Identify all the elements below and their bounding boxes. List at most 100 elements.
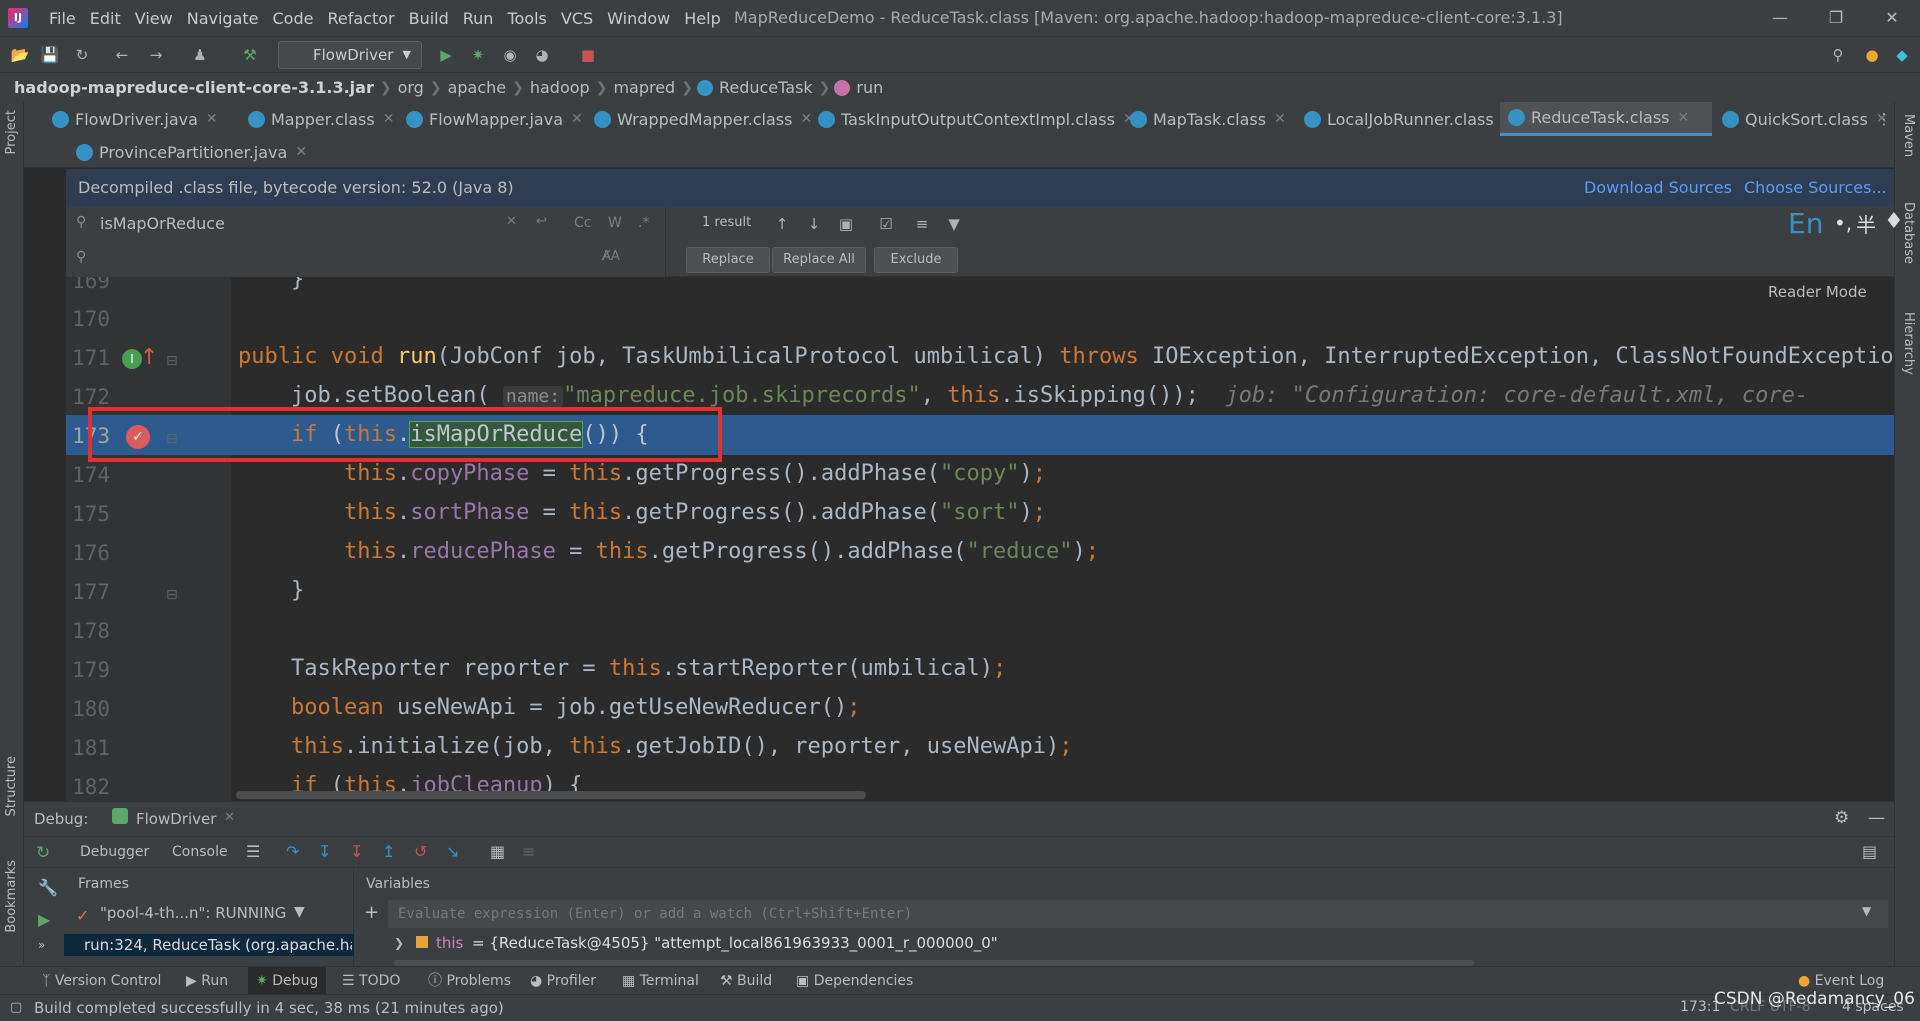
debug-session-tab[interactable]: FlowDriver bbox=[136, 810, 216, 828]
breadcrumb-class[interactable]: ReduceTask bbox=[713, 78, 819, 97]
close-session-icon[interactable]: ✕ bbox=[224, 810, 235, 825]
breadcrumb-mapred[interactable]: mapred bbox=[607, 78, 681, 97]
profile-icon[interactable]: ◕ bbox=[532, 45, 552, 65]
step-out-icon[interactable]: ↥ bbox=[382, 842, 395, 861]
regex-icon[interactable]: .* bbox=[638, 215, 649, 231]
override-marker-icon[interactable]: I bbox=[122, 349, 142, 369]
horizontal-scrollbar[interactable] bbox=[236, 791, 866, 799]
menu-code[interactable]: Code bbox=[266, 9, 321, 28]
problems-tab[interactable]: ⓘ Problems bbox=[428, 967, 511, 995]
exclude-button[interactable]: Exclude bbox=[874, 247, 958, 273]
menu-refactor[interactable]: Refactor bbox=[320, 9, 401, 28]
fold-icon[interactable]: ⊟ bbox=[166, 353, 178, 369]
update-icon[interactable]: ● bbox=[1862, 45, 1882, 65]
tab-provincepartitioner[interactable]: ProvincePartitioner.java ✕ bbox=[68, 136, 307, 168]
tab-mapper[interactable]: Mapper.class ✕ bbox=[240, 102, 394, 136]
breadcrumb-method[interactable]: run bbox=[850, 78, 889, 97]
settings-wrench-icon[interactable]: 🔧 bbox=[38, 878, 58, 897]
breadcrumb-jar[interactable]: hadoop-mapreduce-client-core-3.1.3.jar bbox=[8, 78, 380, 97]
layout-icon[interactable]: ☰ bbox=[246, 842, 260, 861]
sync-icon[interactable]: ↻ bbox=[72, 45, 92, 65]
menu-window[interactable]: Window bbox=[600, 9, 677, 28]
close-tab-icon[interactable]: ✕ bbox=[295, 144, 307, 160]
tab-localjobrunner[interactable]: LocalJobRunner.class✕ bbox=[1296, 102, 1513, 136]
tab-debugger[interactable]: Debugger bbox=[80, 844, 149, 860]
close-icon[interactable]: ✕ bbox=[1864, 0, 1920, 36]
coverage-icon[interactable]: ◉ bbox=[500, 45, 520, 65]
minimize-icon[interactable]: — bbox=[1752, 0, 1808, 36]
clear-icon[interactable]: ✕ bbox=[506, 214, 517, 229]
layout-toggle-icon[interactable]: ▢ bbox=[10, 1000, 22, 1015]
tab-reducetask[interactable]: ReduceTask.class ✕ bbox=[1500, 102, 1712, 136]
maven-tool-button[interactable]: Maven bbox=[1901, 114, 1916, 157]
filter-icon[interactable]: ▼ bbox=[944, 214, 964, 234]
replace-button[interactable]: Replace bbox=[686, 247, 770, 273]
close-tab-icon[interactable]: ✕ bbox=[1678, 110, 1690, 126]
chevron-down-icon[interactable]: ▼ bbox=[1862, 904, 1871, 918]
frame-item[interactable]: run:324, ReduceTask (org.apache.hac bbox=[84, 936, 352, 954]
run-configuration-select[interactable]: FlowDriver ▼ bbox=[278, 41, 422, 69]
dependencies-tab[interactable]: ▣ Dependencies bbox=[796, 967, 913, 995]
menu-navigate[interactable]: Navigate bbox=[180, 9, 266, 28]
structure-tool-button[interactable]: Structure bbox=[4, 756, 19, 816]
reader-mode-label[interactable]: Reader Mode bbox=[1768, 283, 1867, 301]
version-control-tab[interactable]: ᛉ Version Control bbox=[42, 967, 161, 995]
save-icon[interactable]: 💾 bbox=[40, 45, 60, 65]
more-tabs-icon[interactable]: ⋮ bbox=[1874, 109, 1894, 129]
hierarchy-tool-button[interactable]: Hierarchy bbox=[1901, 312, 1916, 375]
implementing-arrow-icon[interactable]: ↑ bbox=[140, 345, 158, 370]
replace-field[interactable]: ⚲ A̸A bbox=[66, 241, 666, 277]
preserve-case-icon[interactable]: A̸A bbox=[602, 249, 620, 264]
search-everywhere-icon[interactable]: ⚲ bbox=[1828, 45, 1848, 65]
bookmarks-tool-button[interactable]: Bookmarks bbox=[4, 860, 19, 933]
add-watch-icon[interactable]: + bbox=[364, 902, 379, 923]
rerun-icon[interactable]: ↻ bbox=[36, 843, 50, 863]
code-editor[interactable]: 169 170 171 172 173 174 175 176 177 178 … bbox=[66, 277, 1894, 801]
step-into-icon[interactable]: ↧ bbox=[318, 842, 331, 861]
todo-tab[interactable]: ☰ TODO bbox=[342, 967, 400, 995]
breadcrumb-apache[interactable]: apache bbox=[442, 78, 513, 97]
restore-icon[interactable]: ❐ bbox=[1808, 0, 1864, 36]
plugin-icon[interactable]: ◆ bbox=[1892, 45, 1912, 65]
tab-flowmapper[interactable]: FlowMapper.java ✕ bbox=[398, 102, 583, 136]
replace-all-button[interactable]: Replace All bbox=[772, 247, 866, 273]
terminal-tab[interactable]: ▦ Terminal bbox=[622, 967, 699, 995]
close-tab-icon[interactable]: ✕ bbox=[571, 111, 583, 127]
menu-help[interactable]: Help bbox=[677, 9, 727, 28]
evaluate-icon[interactable]: ▦ bbox=[490, 842, 505, 861]
gear-icon[interactable]: ⚙ bbox=[1834, 808, 1849, 828]
menu-run[interactable]: Run bbox=[456, 9, 501, 28]
build-tab[interactable]: ⚒ Build bbox=[720, 967, 772, 995]
expand-arrow-icon[interactable]: ❯ bbox=[394, 936, 404, 950]
drop-frame-icon[interactable]: ↺ bbox=[414, 842, 427, 861]
debug-tab[interactable]: ✷ Debug bbox=[248, 967, 327, 995]
back-icon[interactable]: ← bbox=[112, 45, 132, 65]
thread-selector[interactable]: "pool-4-th...n": RUNNING bbox=[100, 904, 286, 922]
tab-flowdriver[interactable]: FlowDriver.java ✕ bbox=[44, 102, 218, 136]
menu-edit[interactable]: Edit bbox=[83, 9, 128, 28]
project-tool-button[interactable]: Project bbox=[4, 110, 19, 154]
in-selection-icon[interactable]: ☑ bbox=[876, 214, 896, 234]
tab-quicksort[interactable]: QuickSort.class ✕ bbox=[1714, 102, 1888, 136]
stop-icon[interactable]: ■ bbox=[578, 45, 598, 65]
menu-file[interactable]: File bbox=[42, 9, 83, 28]
open-icon[interactable]: 📂 bbox=[10, 45, 30, 65]
next-occurrence-icon[interactable]: ↓ bbox=[804, 214, 824, 234]
whole-words-toggle[interactable]: W bbox=[608, 215, 622, 231]
match-case-toggle[interactable]: Cc bbox=[574, 215, 591, 231]
restore-layout-icon[interactable]: ▤ bbox=[1862, 842, 1877, 861]
history-icon[interactable]: ↩ bbox=[536, 214, 547, 229]
fold-icon[interactable]: ⊟ bbox=[166, 587, 178, 603]
close-tab-icon[interactable]: ✕ bbox=[383, 111, 395, 127]
run-icon[interactable]: ▶ bbox=[436, 45, 456, 65]
resume-icon[interactable]: ▶ bbox=[38, 910, 50, 929]
menu-view[interactable]: View bbox=[128, 9, 180, 28]
tab-console[interactable]: Console bbox=[172, 844, 228, 860]
menu-tools[interactable]: Tools bbox=[500, 9, 553, 28]
expand-icon[interactable]: » bbox=[38, 938, 45, 952]
select-all-occurrences-icon[interactable]: ▣ bbox=[836, 214, 856, 234]
choose-sources-link[interactable]: Choose Sources... bbox=[1744, 169, 1887, 207]
search-field[interactable]: ⚲ isMapOrReduce ✕ ↩ Cc W .* bbox=[66, 207, 666, 241]
run-to-cursor-icon[interactable]: ↘ bbox=[446, 842, 459, 861]
trace-icon[interactable]: ≡ bbox=[522, 842, 535, 861]
